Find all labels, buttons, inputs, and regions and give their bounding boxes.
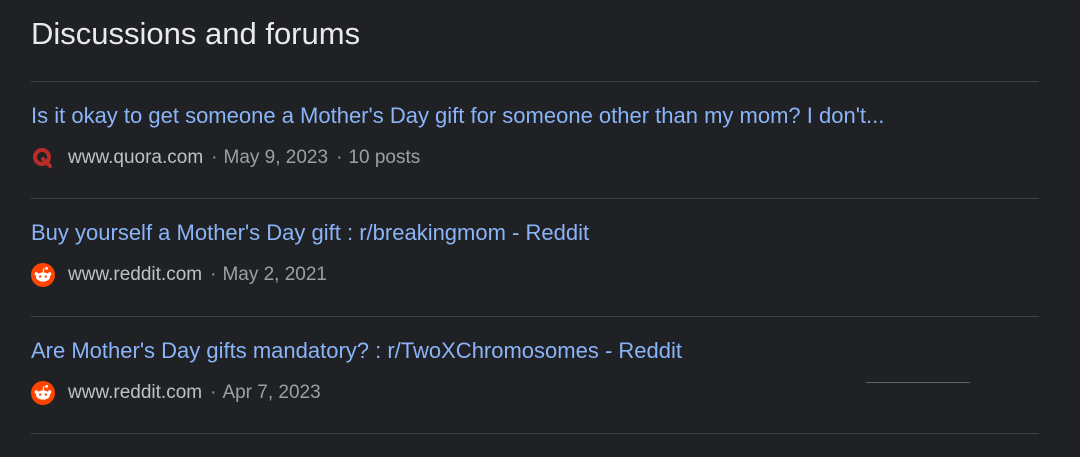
result-date: May 2, 2021 <box>222 264 328 285</box>
meta-separator: · <box>211 147 218 168</box>
quora-icon <box>31 146 55 170</box>
meta-separator: · <box>210 264 217 285</box>
result-link[interactable]: Buy yourself a Mother's Day gift : r/bre… <box>31 218 589 248</box>
meta-separator: · <box>336 147 343 168</box>
result-post-count: 10 posts <box>348 147 421 168</box>
result-site: www.reddit.com <box>68 382 203 403</box>
result-meta: www.reddit.com · May 2, 2021 <box>31 263 327 287</box>
section-title: Discussions and forums <box>31 16 361 51</box>
result-link[interactable]: Are Mother's Day gifts mandatory? : r/Tw… <box>31 336 682 366</box>
divider <box>31 198 1039 199</box>
result-meta: www.reddit.com · Apr 7, 2023 <box>31 381 321 405</box>
result-date: Apr 7, 2023 <box>222 382 321 403</box>
reddit-icon <box>31 263 55 287</box>
result-date: May 9, 2023 <box>223 147 329 168</box>
meta-separator: · <box>210 382 217 403</box>
divider <box>31 81 1039 82</box>
result-meta: www.quora.com · May 9, 2023 · 10 posts <box>31 146 420 170</box>
divider <box>31 433 1039 434</box>
result-site: www.reddit.com <box>68 264 203 285</box>
result-link[interactable]: Is it okay to get someone a Mother's Day… <box>31 101 884 131</box>
reddit-icon <box>31 381 55 405</box>
result-site: www.quora.com <box>68 147 204 168</box>
faint-divider-fragment <box>866 382 970 383</box>
divider <box>31 316 1039 317</box>
